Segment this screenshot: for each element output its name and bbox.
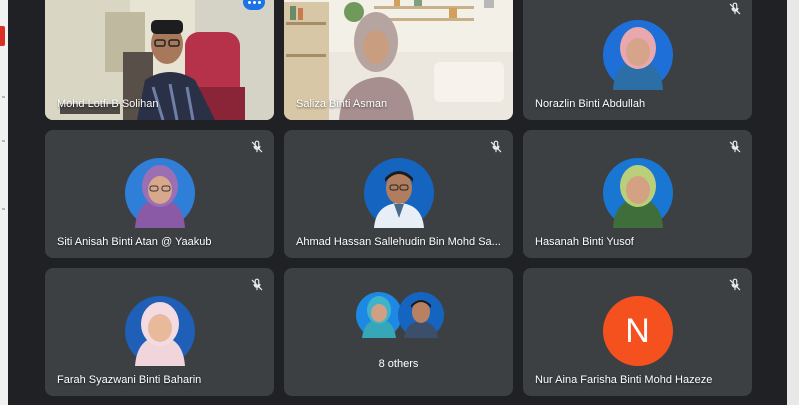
scrollbar-track[interactable]	[787, 0, 799, 405]
participant-name: Farah Syazwani Binti Baharin	[57, 374, 202, 386]
edge-mark	[2, 208, 5, 210]
avatar	[398, 292, 444, 338]
participant-tile-mohd-lotfi[interactable]: Mohd Lotfi B Solihan	[45, 0, 274, 120]
avatar	[602, 158, 673, 228]
initial-avatar: N	[602, 296, 673, 366]
participant-name: Siti Anisah Binti Atan @ Yaakub	[57, 236, 212, 248]
participant-tile-farah[interactable]: Farah Syazwani Binti Baharin	[45, 268, 274, 396]
participant-tile-norazlin[interactable]: Norazlin Binti Abdullah	[523, 0, 752, 120]
participant-tile-others[interactable]: 8 others	[284, 268, 513, 396]
microphone-off-icon	[729, 2, 741, 15]
participant-tile-ahmad-hassan[interactable]: Ahmad Hassan Sallehudin Bin Mohd Sa...	[284, 130, 513, 258]
participant-name: Ahmad Hassan Sallehudin Bin Mohd Sa...	[296, 236, 501, 248]
participant-tile-hasanah[interactable]: Hasanah Binti Yusof	[523, 130, 752, 258]
avatar	[124, 158, 195, 228]
participant-name: Mohd Lotfi B Solihan	[57, 98, 159, 110]
participant-name: Hasanah Binti Yusof	[535, 236, 634, 248]
edge-mark	[2, 96, 5, 98]
browser-edge	[0, 0, 8, 405]
avatar	[356, 292, 402, 338]
microphone-off-icon	[729, 140, 741, 153]
edge-mark	[2, 140, 5, 142]
participant-name: Nur Aina Farisha Binti Mohd Hazeze	[535, 374, 713, 386]
microphone-off-icon	[729, 278, 741, 291]
participant-name: Saliza Binti Asman	[296, 98, 388, 110]
participant-name: Norazlin Binti Abdullah	[535, 98, 646, 110]
side-tab-marker	[0, 26, 5, 46]
meeting-grid: Mohd Lotfi B Solihan Saliza Binti Asman	[8, 0, 787, 405]
avatar	[602, 20, 673, 90]
avatar	[363, 158, 434, 228]
participant-tile-saliza[interactable]: Saliza Binti Asman	[284, 0, 513, 120]
microphone-off-icon	[251, 278, 263, 291]
others-count: 8 others	[378, 358, 419, 370]
participant-tile-nur-aina[interactable]: N Nur Aina Farisha Binti Mohd Hazeze	[523, 268, 752, 396]
avatar	[124, 296, 195, 366]
participant-tile-siti-anisah[interactable]: Siti Anisah Binti Atan @ Yaakub	[45, 130, 274, 258]
microphone-off-icon	[490, 140, 502, 153]
microphone-off-icon	[251, 140, 263, 153]
